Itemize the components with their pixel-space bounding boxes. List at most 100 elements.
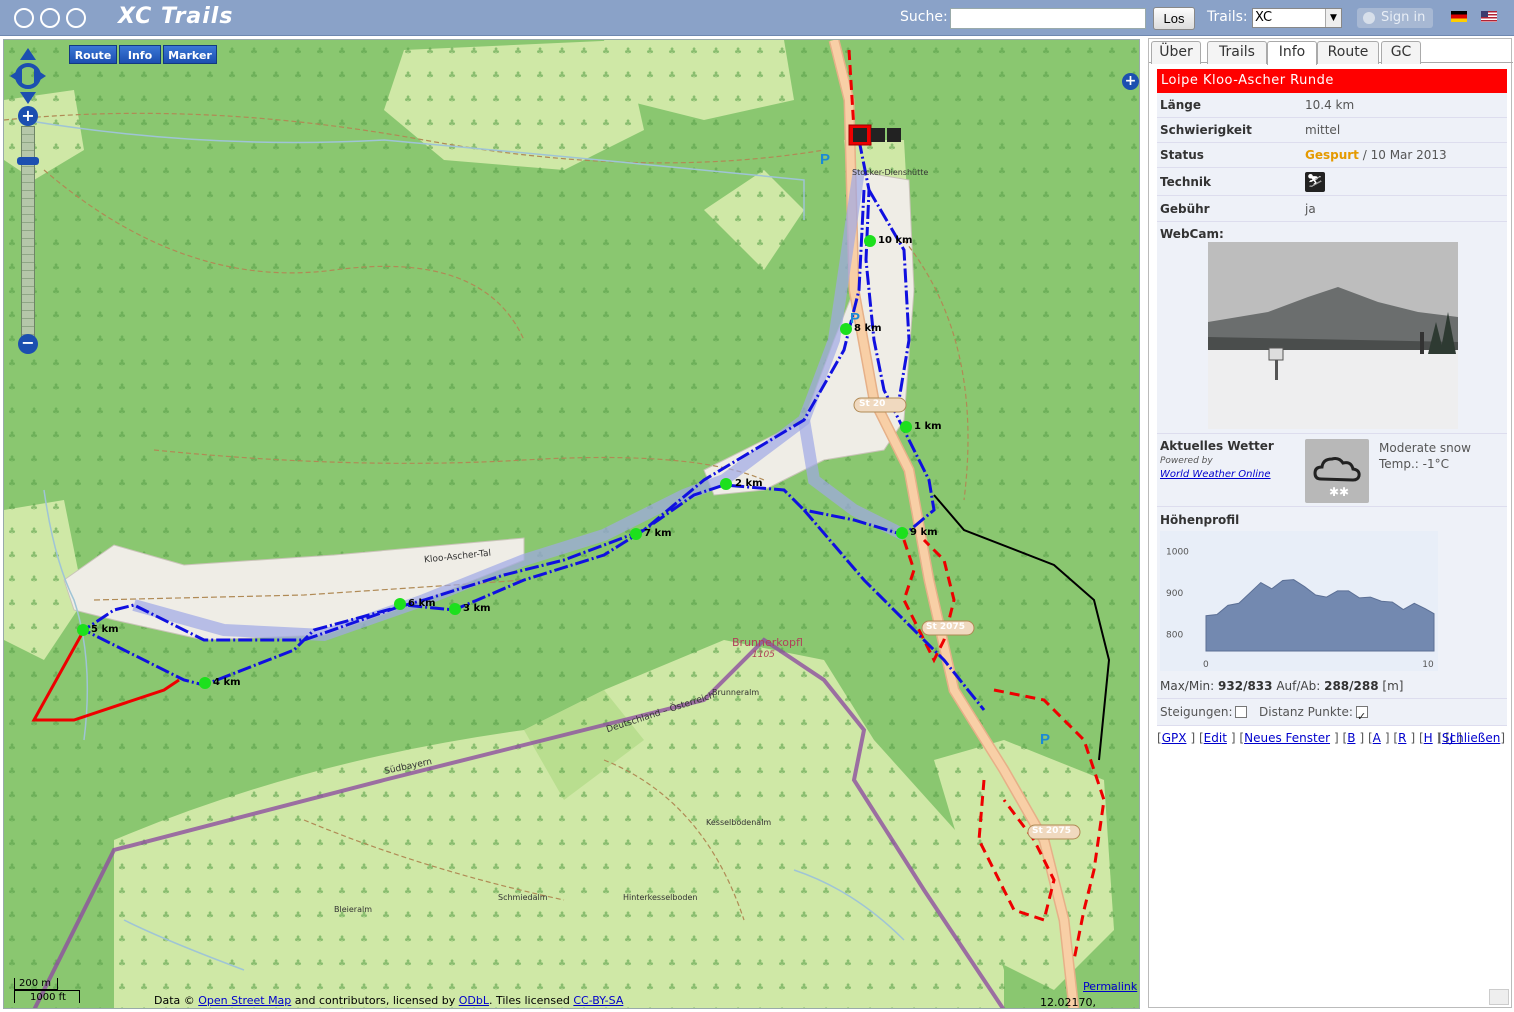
logo-icons [14, 8, 86, 28]
maxmin-value: 932/833 [1218, 679, 1273, 693]
trail-title: Loipe Kloo-Ascher Runde [1157, 69, 1507, 93]
pan-control[interactable] [10, 48, 46, 104]
attribution-tiles: . Tiles licensed [488, 994, 570, 1007]
distanz-checkbox[interactable] [1356, 703, 1368, 730]
odbl-link[interactable]: ODbL [459, 994, 489, 1007]
map-canvas[interactable]: ♣ [4, 40, 1140, 1009]
tab-route[interactable]: Route [1317, 41, 1379, 64]
search-button[interactable]: Los [1153, 7, 1195, 30]
tab-gc[interactable]: GC [1381, 41, 1421, 64]
y-tick-label: 1000 [1166, 547, 1189, 557]
hut-label: Brunneralm [712, 688, 760, 697]
hut-label: Schmiedalm [498, 893, 548, 902]
y-tick-label: 900 [1166, 589, 1183, 599]
side-panel: Über Trails Info Route GC Loipe Kloo-Asc… [1148, 38, 1513, 1008]
weather-source-link[interactable]: World Weather Online [1160, 469, 1271, 480]
x-tick-label: 10 [1422, 660, 1434, 670]
scale-bar: 200 m 1000 ft [14, 978, 84, 1006]
forest-pattern [4, 40, 1139, 1008]
hut-label: Hinterkesselboden [623, 893, 698, 902]
map-marker-button[interactable]: Marker [163, 45, 217, 64]
elevation-area [1205, 579, 1435, 652]
new-window-link[interactable]: Neues Fenster [1244, 731, 1330, 745]
km-marker-label: 10 km [878, 235, 913, 246]
weather-temperature: Temp.: -1°C [1379, 457, 1449, 471]
status-label: Status [1160, 148, 1204, 162]
gebuehr-label: Gebühr [1160, 202, 1210, 216]
h-link[interactable]: H [1424, 731, 1433, 745]
cc-by-sa-link[interactable]: CC-BY-SA [573, 994, 623, 1007]
webcam-image[interactable] [1208, 242, 1458, 429]
km-marker-label: 3 km [463, 603, 491, 614]
top-bar: XC Trails Suche: Los Trails: XC ▼ Sign i… [0, 0, 1514, 36]
hike-icon[interactable] [66, 8, 86, 28]
schwierigkeit-label: Schwierigkeit [1160, 123, 1252, 137]
gpx-link[interactable]: GPX [1162, 731, 1187, 745]
profile-stats: Max/Min: 932/833 Auf/Ab: 288/288 [m] [1160, 679, 1403, 693]
pan-arrows-icon[interactable] [10, 48, 46, 104]
zoom-slider-handle[interactable] [17, 157, 39, 165]
row-links: [GPX] [Edit] [Neues Fenster] [B] [A] [R]… [1157, 726, 1507, 752]
permalink[interactable]: Permalink [1083, 980, 1137, 993]
ski-icon[interactable] [40, 8, 60, 28]
km-marker-label: 4 km [213, 677, 241, 688]
r-link[interactable]: R [1398, 731, 1406, 745]
webcam-label: WebCam: [1160, 227, 1224, 241]
tab-trails[interactable]: Trails [1207, 41, 1267, 64]
status-value: Gespurt [1305, 148, 1359, 162]
attribution-prefix: Data © [154, 994, 195, 1007]
tab-info[interactable]: Info [1267, 41, 1317, 65]
search-label: Suche: [900, 9, 948, 25]
map-route-button[interactable]: Route [69, 45, 117, 64]
search-input[interactable] [950, 8, 1146, 29]
laenge-label: Länge [1160, 98, 1202, 112]
hut-label: Stocker-Dienshütte [852, 168, 929, 177]
steigungen-label: Steigungen: [1160, 705, 1233, 719]
signin-button[interactable]: Sign in [1357, 8, 1433, 28]
schwierigkeit-value: mittel [1305, 123, 1341, 137]
trail-type-icon [871, 128, 885, 142]
zoom-bar: + − [17, 106, 39, 356]
hut-label: Kesselbodenalm [706, 818, 772, 827]
trails-select[interactable]: XC ▼ [1252, 8, 1342, 28]
close-link[interactable]: Schließen [1442, 731, 1500, 745]
german-flag-icon[interactable] [1451, 11, 1467, 22]
share-icon[interactable] [1489, 989, 1509, 1005]
edit-link[interactable]: Edit [1204, 731, 1227, 745]
elevation-chart[interactable]: 1000 900 800 0 10 [1160, 531, 1438, 671]
b-link[interactable]: B [1347, 731, 1355, 745]
y-tick-label: 800 [1166, 630, 1183, 640]
row-technik: Technik ⛷ [1157, 168, 1507, 196]
layer-switcher-icon[interactable]: + [1122, 73, 1139, 90]
zoom-in-button[interactable]: + [18, 106, 38, 126]
steigungen-checkbox[interactable] [1235, 706, 1247, 718]
km-marker-label: 8 km [854, 323, 882, 334]
tab-ueber[interactable]: Über [1151, 41, 1201, 64]
row-options: Steigungen: Distanz Punkte: [1157, 699, 1507, 730]
trails-selected-value: XC [1255, 10, 1273, 25]
km-marker-label: 2 km [735, 478, 763, 489]
maxmin-label: Max/Min: [1160, 679, 1215, 693]
map-attribution: Data © Open Street Map and contributors,… [154, 994, 623, 1007]
map-info-button[interactable]: Info [119, 45, 161, 64]
chevron-down-icon[interactable]: ▼ [1325, 9, 1341, 27]
updown-value: 288/288 [1324, 679, 1379, 693]
peak-label: Brunnerkopfl [732, 636, 803, 649]
us-flag-icon[interactable] [1481, 11, 1497, 22]
laenge-value: 10.4 km [1305, 98, 1355, 112]
row-schwierigkeit: Schwierigkeit mittel [1157, 118, 1507, 143]
a-link[interactable]: A [1373, 731, 1381, 745]
map[interactable]: ♣ [3, 39, 1140, 1009]
osm-link[interactable]: Open Street Map [198, 994, 291, 1007]
technik-label: Technik [1160, 175, 1212, 189]
app-title: XC Trails [118, 4, 234, 29]
scale-metric: 200 m [14, 978, 58, 990]
bike-icon[interactable] [14, 8, 34, 28]
road-label: St 2075 [926, 622, 965, 632]
attribution-middle: and contributors, licensed by [294, 994, 456, 1007]
trail-type-icon [887, 128, 901, 142]
row-gebuehr: Gebühr ja [1157, 196, 1507, 222]
status-date: / 10 Mar 2013 [1362, 148, 1447, 162]
mouse-coordinates: 12.02170, 47.62443 [1040, 996, 1096, 1009]
zoom-out-button[interactable]: − [18, 334, 38, 354]
